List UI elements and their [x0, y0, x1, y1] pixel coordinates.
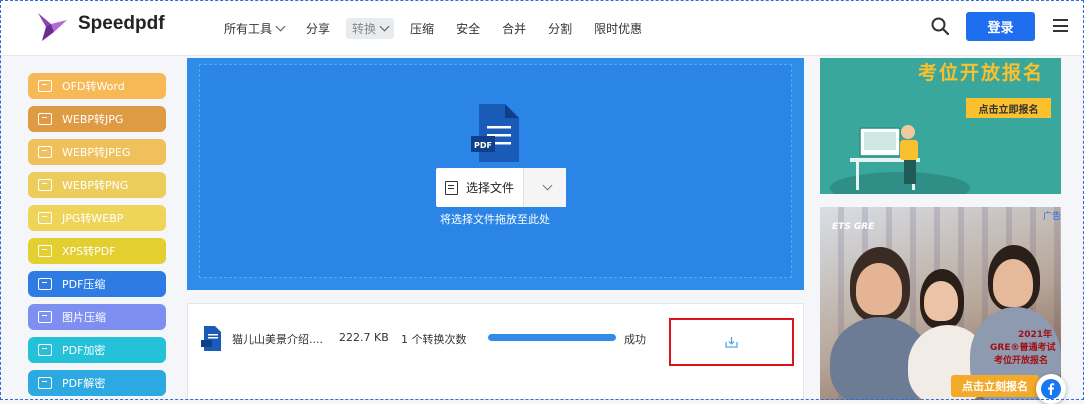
drop-hint-text: 将选择文件拖放至此处 — [440, 213, 550, 226]
sidebar-item-label: XPS转PDF — [62, 245, 116, 258]
sidebar-item-xps-to-pdf[interactable]: XPS转PDF — [28, 238, 166, 264]
chevron-down-icon — [275, 21, 286, 31]
result-file-name: 猫儿山美景介绍.... — [232, 333, 323, 346]
nav-convert[interactable]: 转换 — [346, 17, 395, 39]
sidebar-item-label: PDF压缩 — [62, 278, 106, 291]
sidebar-item-jpg-to-webp[interactable]: JPG转WEBP — [28, 205, 166, 231]
nav-share-label: 分享 — [306, 21, 331, 36]
nav-split[interactable]: 分割 — [548, 20, 572, 37]
sidebar-item-label: WEBP转PNG — [62, 179, 129, 192]
image-convert-icon — [38, 212, 52, 224]
hamburger-menu-icon[interactable] — [1053, 19, 1068, 32]
nav-all-tools[interactable]: 所有工具 — [224, 20, 286, 37]
sidebar-item-label: JPG转WEBP — [62, 212, 124, 225]
ad-banner-gre[interactable] — [820, 207, 1061, 400]
sidebar-item-pdf-decrypt[interactable]: PDF解密 — [28, 370, 166, 396]
nav-convert-label: 转换 — [352, 21, 377, 36]
ad2-register-button[interactable]: 点击立刻报名 — [951, 375, 1039, 397]
nav-security[interactable]: 安全 — [456, 20, 480, 37]
chevron-down-icon — [542, 180, 553, 191]
sidebar-item-webp-to-jpeg[interactable]: WEBP转JPEG — [28, 139, 166, 165]
unlock-icon — [38, 377, 52, 389]
download-button[interactable] — [669, 318, 794, 366]
nav-merge-label: 合并 — [502, 21, 527, 36]
choose-file-label: 选择文件 — [465, 181, 514, 195]
main-nav: 所有工具 分享 转换 压缩 安全 合并 分割 限时优惠 — [224, 0, 664, 56]
nav-split-label: 分割 — [548, 21, 573, 36]
sidebar-item-image-compress[interactable]: 图片压缩 — [28, 304, 166, 330]
image-convert-icon — [38, 179, 52, 191]
sidebar-item-label: OFD转Word — [62, 80, 125, 93]
file-convert-icon — [38, 80, 52, 92]
facebook-icon — [1041, 379, 1061, 399]
ad2-year: 2021年 — [1018, 330, 1053, 340]
compress-icon — [38, 311, 52, 323]
login-button[interactable]: 登录 — [966, 12, 1035, 41]
ad2-person-1-face — [856, 263, 902, 315]
file-convert-icon — [38, 245, 52, 257]
speedpdf-logo-icon[interactable] — [34, 11, 68, 43]
nav-compress[interactable]: 压缩 — [410, 20, 434, 37]
sidebar-item-ofd-to-word[interactable]: OFD转Word — [28, 73, 166, 99]
pdf-badge-text: PDF — [474, 141, 492, 150]
nav-all-tools-label: 所有工具 — [224, 21, 273, 36]
file-icon — [201, 326, 221, 351]
sidebar-item-label: 图片压缩 — [62, 311, 106, 324]
nav-limited-offer[interactable]: 限时优惠 — [594, 20, 642, 37]
sidebar-item-label: WEBP转JPG — [62, 113, 124, 126]
image-convert-icon — [38, 113, 52, 125]
document-icon — [444, 180, 458, 195]
progress-bar — [488, 334, 616, 341]
sidebar-item-pdf-compress[interactable]: PDF压缩 — [28, 271, 166, 297]
choose-file-dropdown[interactable] — [524, 168, 566, 207]
pdf-file-icon: PDF — [471, 104, 519, 162]
ad2-person-3-face — [993, 259, 1033, 307]
sidebar-item-label: PDF加密 — [62, 344, 106, 357]
image-convert-icon — [38, 146, 52, 158]
nav-compress-label: 压缩 — [410, 21, 435, 36]
ets-gre-logo: ETS GRE — [832, 222, 875, 232]
search-icon[interactable] — [931, 17, 949, 35]
ad-banner-top[interactable]: 考位开放报名 点击立即报名 — [820, 58, 1061, 194]
choose-file-button[interactable]: 选择文件 — [436, 168, 524, 207]
sidebar-item-webp-to-jpg[interactable]: WEBP转JPG — [28, 106, 166, 132]
result-status: 成功 — [624, 333, 646, 346]
ad2-exam: GRE®普通考试 — [990, 343, 1056, 353]
lock-icon — [38, 344, 52, 356]
brand-name[interactable]: Speedpdf — [78, 13, 165, 35]
ad-label: 广告 — [1043, 212, 1062, 222]
nav-limited-offer-label: 限时优惠 — [594, 21, 643, 36]
ad1-illustration-icon — [830, 125, 970, 194]
ad2-person-2-face — [924, 281, 958, 321]
nav-security-label: 安全 — [456, 21, 481, 36]
ad2-registration: 考位开放报名 — [994, 356, 1049, 366]
sidebar-item-label: PDF解密 — [62, 377, 106, 390]
result-conversion-count: 1 个转换次数 — [401, 333, 467, 346]
download-icon — [725, 337, 738, 348]
compress-icon — [38, 278, 52, 290]
sidebar-item-label: WEBP转JPEG — [62, 146, 131, 159]
sidebar-item-webp-to-png[interactable]: WEBP转PNG — [28, 172, 166, 198]
sidebar-item-pdf-encrypt[interactable]: PDF加密 — [28, 337, 166, 363]
result-file-size: 222.7 KB — [339, 331, 389, 344]
nav-share[interactable]: 分享 — [306, 20, 330, 37]
nav-merge[interactable]: 合并 — [502, 20, 526, 37]
top-header: Speedpdf 所有工具 分享 转换 压缩 安全 合并 分割 限时优惠 登录 — [0, 0, 1084, 56]
chevron-down-icon — [379, 21, 390, 31]
ad1-title: 考位开放报名 — [918, 62, 1045, 84]
choose-file-control: 选择文件 — [436, 168, 566, 207]
